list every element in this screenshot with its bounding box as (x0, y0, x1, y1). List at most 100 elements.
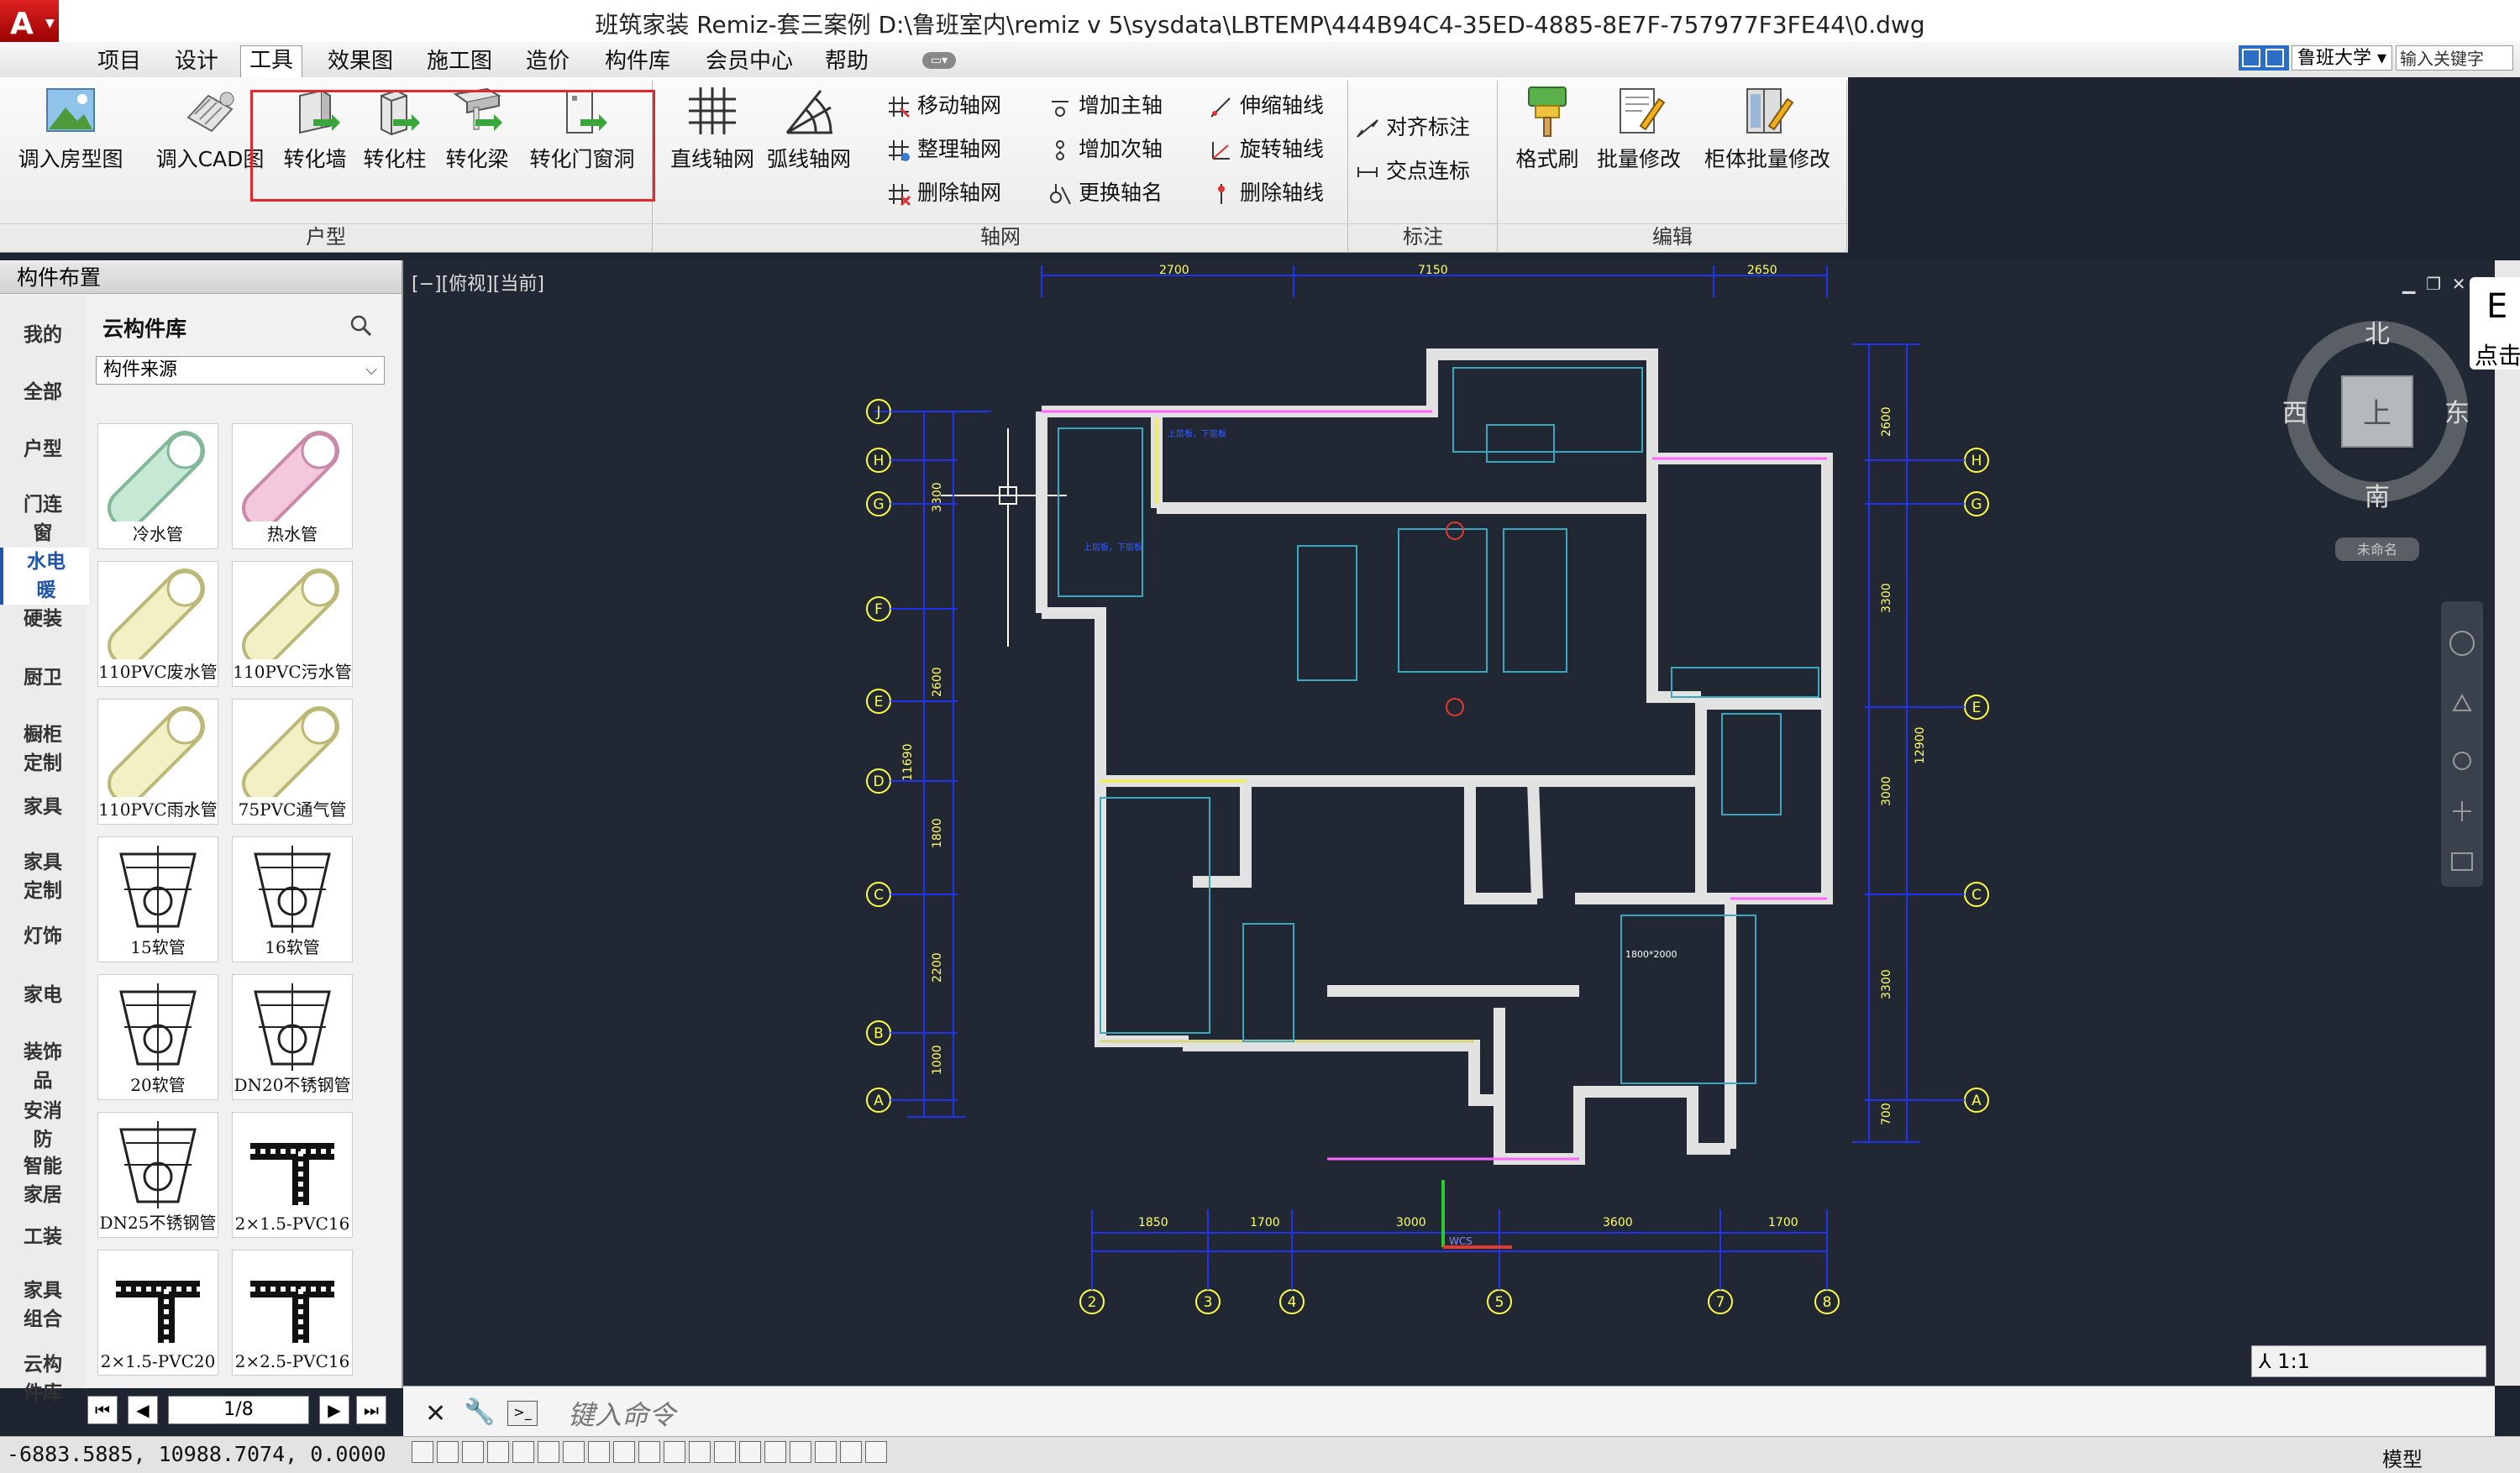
line-grid-button[interactable]: 直线轴网 (665, 84, 759, 173)
status-toggle-icon[interactable] (840, 1441, 862, 1463)
view-cube-top-face[interactable]: 上 (2363, 397, 2391, 431)
category-13[interactable]: 安消 防 (0, 1097, 86, 1154)
add-sub-axis-button[interactable]: 增加次轴 (1048, 133, 1163, 166)
status-toggle-icon[interactable] (815, 1441, 837, 1463)
command-prompt-icon[interactable]: >_ (507, 1401, 538, 1426)
status-toggle-icon[interactable] (714, 1441, 736, 1463)
menu-tools[interactable]: 工具 (240, 45, 303, 78)
arc-grid-button[interactable]: 弧线轴网 (759, 84, 858, 173)
first-page-button[interactable]: ⏮ (87, 1396, 118, 1424)
view-cube[interactable]: 上 北 南 东 西 未命名 (2282, 320, 2470, 561)
category-15[interactable]: 工装 (0, 1223, 86, 1251)
component-tile[interactable]: 16软管 (232, 836, 353, 962)
vertical-scrollbar[interactable] (2495, 260, 2520, 1386)
component-tile[interactable]: 110PVC雨水管 (97, 699, 218, 825)
close-icon[interactable]: ✕ (425, 1399, 446, 1428)
component-tile[interactable]: 20软管 (97, 974, 218, 1100)
intersect-dim-button[interactable]: 交点连标 (1356, 155, 1470, 188)
cursor-coordinates[interactable]: -6883.5885, 10988.7074, 0.0000 (7, 1442, 386, 1466)
component-tile[interactable]: 110PVC污水管 (232, 561, 353, 687)
category-6[interactable]: 厨卫 (0, 663, 86, 692)
compass-east[interactable]: 东 (2444, 399, 2470, 428)
menu-project[interactable]: 项目 (89, 47, 150, 76)
compass-north[interactable]: 北 (2365, 320, 2390, 349)
category-2[interactable]: 户型 (0, 435, 86, 464)
menu-design[interactable]: 设计 (166, 47, 227, 76)
status-toggle-icon[interactable] (437, 1441, 459, 1463)
layout-icons[interactable] (2239, 45, 2289, 71)
next-page-button[interactable]: ▶ (319, 1396, 349, 1424)
format-brush-button[interactable]: 格式刷 (1504, 84, 1591, 173)
grid-view-icon[interactable] (2242, 49, 2260, 67)
delete-grid-button[interactable]: 删除轴网 (887, 176, 1001, 210)
delete-axis-button[interactable]: 删除轴线 (1210, 176, 1324, 210)
category-3[interactable]: 门连 窗 (0, 490, 86, 548)
ucs-name[interactable]: 未命名 (2357, 542, 2397, 558)
prev-page-button[interactable]: ◀ (128, 1396, 158, 1424)
ribbon-toggle-button[interactable]: ▭▾ (922, 52, 956, 69)
align-dim-button[interactable]: 对齐标注 (1356, 111, 1470, 144)
category-0[interactable]: 我的 (0, 321, 86, 349)
status-toggle-icon[interactable] (739, 1441, 761, 1463)
status-toggle-icon[interactable] (588, 1441, 610, 1463)
annotation-scale[interactable]: ⅄ 1:1 (2251, 1345, 2486, 1377)
category-9[interactable]: 家具 定制 (0, 848, 86, 905)
category-16[interactable]: 家具 组合 (0, 1276, 86, 1334)
category-8[interactable]: 家具 (0, 793, 86, 821)
component-tile[interactable]: 110PVC废水管 (97, 561, 218, 687)
status-toggle-icon[interactable] (865, 1441, 887, 1463)
status-toggle-icon[interactable] (689, 1441, 711, 1463)
wrench-icon[interactable]: 🔧 (464, 1397, 495, 1427)
menu-help[interactable]: 帮助 (816, 47, 877, 76)
category-1[interactable]: 全部 (0, 378, 86, 406)
import-floorplan-button[interactable]: 调入房型图 (12, 84, 129, 173)
status-toggle-icon[interactable] (764, 1441, 786, 1463)
command-input[interactable]: 键入命令 (568, 1394, 675, 1433)
menu-construction[interactable]: 施工图 (418, 47, 501, 76)
add-main-axis-button[interactable]: 增加主轴 (1048, 89, 1163, 123)
menu-member-center[interactable]: 会员中心 (697, 47, 801, 76)
component-tile[interactable]: 2×1.5-PVC16 (232, 1112, 353, 1238)
component-tile[interactable]: 2×2.5-PVC16 (232, 1250, 353, 1376)
rotate-axis-button[interactable]: 旋转轴线 (1210, 133, 1324, 166)
last-page-button[interactable]: ⏭ (356, 1396, 386, 1424)
batch-modify-button[interactable]: 批量修改 (1589, 84, 1688, 173)
menu-component-lib[interactable]: 构件库 (596, 47, 679, 76)
status-toggle-icon[interactable] (613, 1441, 635, 1463)
page-indicator[interactable]: 1/8 (168, 1396, 309, 1424)
status-toggle-icon[interactable] (487, 1441, 509, 1463)
category-5[interactable]: 硬装 (0, 605, 86, 633)
component-tile[interactable]: 75PVC通气管 (232, 699, 353, 825)
status-toggle-icon[interactable] (638, 1441, 660, 1463)
status-toggle-icon[interactable] (664, 1441, 685, 1463)
category-10[interactable]: 灯饰 (0, 922, 86, 951)
cabinet-batch-modify-button[interactable]: 柜体批量修改 (1698, 84, 1836, 173)
category-12[interactable]: 装饰 品 (0, 1038, 86, 1095)
category-11[interactable]: 家电 (0, 981, 86, 1009)
university-select[interactable]: 鲁班大学 ▾ (2292, 45, 2392, 71)
category-4[interactable]: 水电 暖 (0, 548, 89, 605)
component-tile[interactable]: 冷水管 (97, 423, 218, 549)
move-grid-button[interactable]: 移动轴网 (887, 89, 1001, 123)
search-icon[interactable] (349, 314, 372, 337)
status-toggle-icon[interactable] (412, 1441, 433, 1463)
category-7[interactable]: 橱柜 定制 (0, 721, 86, 778)
menu-render[interactable]: 效果图 (319, 47, 402, 76)
status-toggle-icon[interactable] (563, 1441, 585, 1463)
compass-south[interactable]: 南 (2365, 483, 2390, 512)
tidy-grid-button[interactable]: 整理轴网 (887, 133, 1001, 166)
component-tile[interactable]: 15软管 (97, 836, 218, 962)
stretch-axis-button[interactable]: 伸缩轴线 (1210, 89, 1324, 123)
status-toggle-icon[interactable] (462, 1441, 484, 1463)
component-source-select[interactable]: 构件来源 ⌵ (96, 356, 385, 385)
keyword-search-input[interactable]: 输入关键字 (2396, 45, 2513, 71)
compass-west[interactable]: 西 (2282, 399, 2307, 428)
rename-axis-button[interactable]: 更换轴名 (1048, 176, 1163, 210)
model-tab[interactable]: 模型 (2382, 1443, 2423, 1472)
menu-cost[interactable]: 造价 (517, 47, 578, 76)
component-tile[interactable]: 热水管 (232, 423, 353, 549)
component-tile[interactable]: DN25不锈钢管 (97, 1112, 218, 1238)
list-view-icon[interactable] (2265, 49, 2284, 67)
status-toggle-icon[interactable] (538, 1441, 559, 1463)
category-14[interactable]: 智能 家居 (0, 1152, 86, 1209)
